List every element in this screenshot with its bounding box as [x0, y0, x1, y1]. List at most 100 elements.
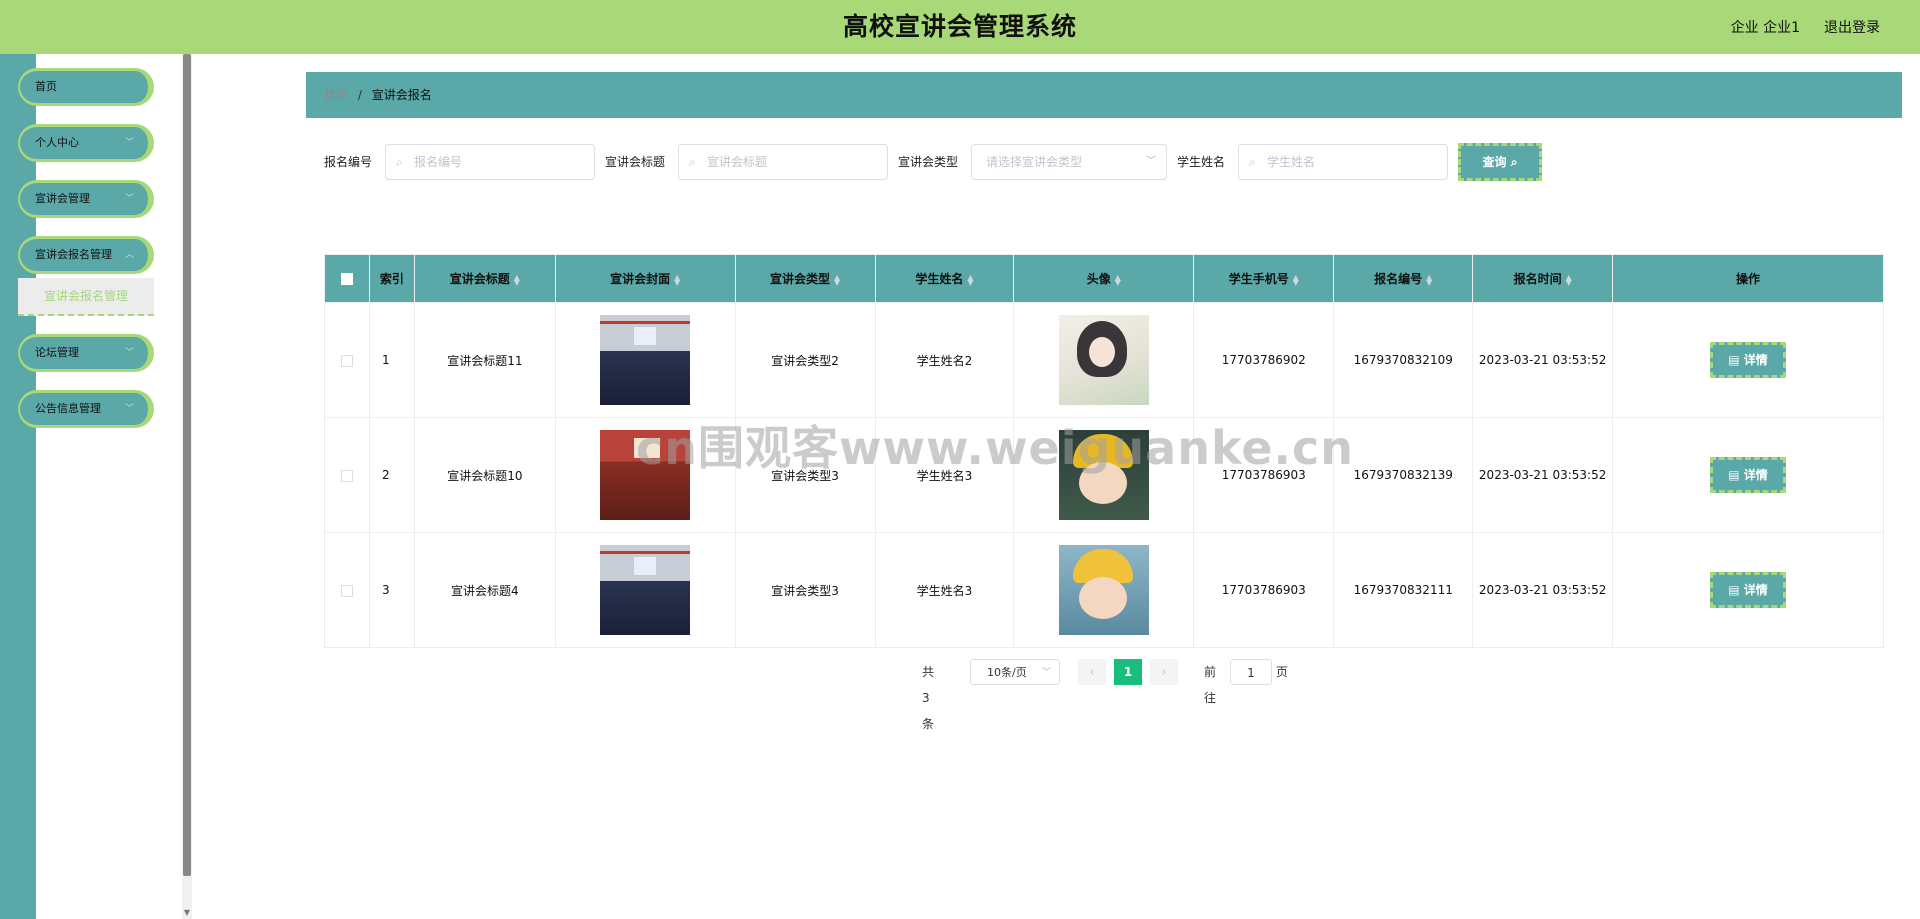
goto-page-input[interactable]: 1	[1230, 659, 1272, 685]
sidebar-item-label: 个人中心	[35, 136, 79, 149]
cell-type: 宣讲会类型3	[734, 417, 876, 533]
cell-student: 学生姓名3	[874, 417, 1015, 533]
sidebar-item-label: 公告信息管理	[35, 402, 101, 415]
cell-time: 2023-03-21 03:53:52	[1472, 532, 1614, 648]
column-header[interactable]: 头像 ▲ ▼	[1013, 254, 1195, 303]
student-placeholder: 学生姓名	[1267, 155, 1316, 169]
avatar	[1058, 545, 1149, 635]
avatar	[1058, 315, 1149, 405]
title-placeholder: 宣讲会标题	[707, 155, 768, 169]
scrollbar-thumb[interactable]	[183, 54, 191, 876]
title-label: 宣讲会标题	[605, 155, 666, 169]
type-label: 宣讲会类型	[898, 155, 959, 169]
regno-label: 报名编号	[324, 155, 373, 169]
scroll-down-arrow-icon[interactable]: ▼	[182, 908, 192, 917]
sidebar-item-home[interactable]: 首页	[18, 68, 154, 106]
detail-button[interactable]: ▤ 详情	[1710, 457, 1787, 493]
sidebar-item-seminar-management[interactable]: 宣讲会管理 ﹀	[18, 180, 154, 218]
student-input[interactable]: ⌕ 学生姓名	[1238, 144, 1448, 180]
cell-index: 2	[368, 417, 415, 533]
chevron-down-icon: ﹀	[124, 348, 134, 358]
cell-phone: 17703786903	[1193, 417, 1335, 533]
search-icon: ⌕	[1510, 155, 1518, 169]
search-icon: ⌕	[396, 155, 403, 169]
select-all-checkbox[interactable]	[340, 273, 353, 285]
current-user: 企业 企业1	[1730, 20, 1800, 36]
sort-icon[interactable]: ▲ ▼	[514, 273, 520, 286]
pagination-total: 共 3 条	[922, 665, 935, 731]
sidebar-item-forum-management[interactable]: 论坛管理 ﹀	[18, 334, 154, 372]
student-label: 学生姓名	[1177, 155, 1226, 169]
chevron-down-icon: ﹀	[124, 404, 134, 414]
sidebar-item-label: 宣讲会报名管理	[35, 248, 112, 261]
avatar	[1058, 430, 1149, 520]
title-input[interactable]: ⌕ 宣讲会标题	[678, 144, 888, 180]
sidebar-item-personal-center[interactable]: 个人中心 ﹀	[18, 124, 154, 162]
table-row: 2 宣讲会标题10 宣讲会类型3 学生姓名3 17703786903 16793…	[324, 417, 1884, 533]
chevron-down-icon: ﹀	[124, 194, 134, 204]
chevron-up-icon: ︿	[124, 250, 134, 260]
query-button-label: 查询	[1482, 155, 1507, 169]
column-header[interactable]: 宣讲会标题 ▲ ▼	[413, 254, 556, 303]
cell-title: 宣讲会标题11	[413, 302, 556, 418]
select-all-header[interactable]	[324, 254, 370, 303]
sort-icon[interactable]: ▲ ▼	[834, 273, 840, 286]
page-size-select[interactable]: 10条/页 ﹀	[970, 659, 1060, 685]
detail-button[interactable]: ▤ 详情	[1710, 572, 1787, 608]
cell-title: 宣讲会标题4	[413, 532, 556, 648]
chevron-down-icon: ﹀	[1146, 156, 1156, 167]
sidebar-item-label: 论坛管理	[35, 346, 79, 359]
breadcrumb-current: 宣讲会报名	[371, 88, 432, 102]
breadcrumb: 首页 / 宣讲会报名	[306, 72, 1902, 118]
column-header[interactable]: 学生手机号 ▲ ▼	[1193, 254, 1335, 303]
sidebar-item-notice-management[interactable]: 公告信息管理 ﹀	[18, 390, 154, 428]
document-icon: ▤	[1728, 583, 1744, 597]
goto-label: 前往	[1204, 665, 1217, 705]
detail-button[interactable]: ▤ 详情	[1710, 342, 1787, 378]
sort-icon[interactable]: ▲ ▼	[1426, 273, 1432, 286]
page-number-button[interactable]: 1	[1114, 659, 1142, 685]
cell-regno: 1679370832139	[1333, 417, 1474, 533]
seminar-cover-image	[600, 315, 691, 405]
top-header: 高校宣讲会管理系统 企业 企业1 退出登录	[0, 0, 1920, 54]
regno-input[interactable]: ⌕ 报名编号	[385, 144, 595, 180]
type-placeholder: 请选择宣讲会类型	[986, 155, 1083, 169]
cell-regno: 1679370832111	[1333, 532, 1474, 648]
search-icon: ⌕	[689, 155, 696, 169]
app-title: 高校宣讲会管理系统	[842, 12, 1077, 41]
row-checkbox[interactable]	[340, 469, 353, 482]
sort-icon[interactable]: ▲ ▼	[1293, 273, 1299, 286]
column-header[interactable]: 报名编号 ▲ ▼	[1333, 254, 1474, 303]
cell-type: 宣讲会类型2	[734, 302, 876, 418]
sidebar-item-label: 宣讲会管理	[35, 192, 90, 205]
search-icon: ⌕	[1249, 155, 1256, 169]
sort-icon[interactable]: ▲ ▼	[674, 273, 680, 286]
query-button[interactable]: 查询 ⌕	[1458, 143, 1542, 181]
type-select[interactable]: 请选择宣讲会类型 ﹀	[971, 144, 1167, 180]
column-header: 索引	[368, 254, 415, 303]
sort-icon[interactable]: ▲ ▼	[1566, 273, 1572, 286]
regno-placeholder: 报名编号	[414, 155, 463, 169]
table-header-row: 索引 宣讲会标题 ▲ ▼ 宣讲会封面 ▲ ▼ 宣讲会类型 ▲ ▼ 学生姓名 ▲ ▼ 头像 ▲ ▼ 学…	[324, 254, 1884, 303]
column-header[interactable]: 宣讲会类型 ▲ ▼	[734, 254, 876, 303]
prev-page-button[interactable]: ‹	[1078, 659, 1106, 685]
logout-link[interactable]: 退出登录	[1824, 17, 1880, 37]
cell-index: 1	[368, 302, 415, 418]
column-header[interactable]: 报名时间 ▲ ▼	[1472, 254, 1614, 303]
page-suffix: 页	[1276, 665, 1289, 679]
row-checkbox[interactable]	[340, 584, 353, 597]
cell-title: 宣讲会标题10	[413, 417, 556, 533]
cell-type: 宣讲会类型3	[734, 532, 876, 648]
row-checkbox[interactable]	[340, 354, 353, 367]
sidebar-subitem-registration[interactable]: 宣讲会报名管理	[18, 278, 154, 316]
sort-icon[interactable]: ▲ ▼	[967, 273, 973, 286]
breadcrumb-home[interactable]: 首页	[324, 88, 348, 102]
column-header[interactable]: 宣讲会封面 ▲ ▼	[554, 254, 736, 303]
sidebar-item-registration-management[interactable]: 宣讲会报名管理 ︿	[18, 236, 154, 274]
next-page-button[interactable]: ›	[1150, 659, 1178, 685]
sort-icon[interactable]: ▲ ▼	[1115, 273, 1121, 286]
table-row: 3 宣讲会标题4 宣讲会类型3 学生姓名3 17703786903 167937…	[324, 532, 1884, 648]
seminar-cover-image	[600, 545, 691, 635]
sidebar-scrollbar[interactable]: ▼	[182, 54, 192, 919]
column-header[interactable]: 学生姓名 ▲ ▼	[874, 254, 1015, 303]
